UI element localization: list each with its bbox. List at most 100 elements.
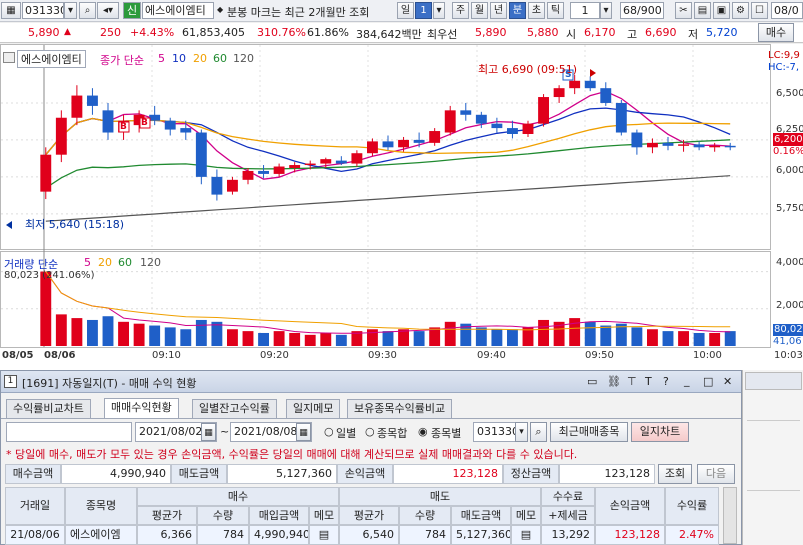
candle-body — [662, 142, 674, 146]
maximize-icon[interactable]: □ — [703, 375, 713, 388]
query-button[interactable]: 조회 — [658, 464, 692, 484]
candle-body — [289, 165, 301, 168]
recent-trades-button[interactable]: 최근매매종목 — [550, 422, 628, 442]
chart-menu-icon[interactable] — [3, 52, 15, 63]
calendar-to-icon[interactable]: ▦ — [296, 423, 311, 441]
tab-holdings-compare[interactable]: 보유종목수익률비교 — [347, 399, 453, 419]
candle-body — [195, 132, 207, 177]
up-arrow-icon: ▲ — [64, 27, 71, 37]
radio-by-item[interactable]: ◉ — [418, 425, 428, 438]
candle-body — [382, 141, 394, 148]
volume-bar — [413, 331, 425, 346]
radio-daily-label: 일별 — [336, 427, 357, 440]
grid-icon[interactable]: ▦ — [1, 2, 21, 19]
row-sell-memo-icon[interactable]: ▤ — [511, 525, 541, 545]
count-field[interactable]: 68/900 — [620, 2, 664, 19]
next-button[interactable]: 다음 — [697, 464, 735, 484]
radio-combined[interactable]: ○ — [365, 425, 375, 438]
scissors-icon[interactable]: ✂ — [675, 2, 692, 19]
tab-tick[interactable]: 틱 — [547, 2, 564, 19]
trade-amount: 384,642백만 — [356, 28, 422, 41]
stock-name-field[interactable]: 에스에이엠티 — [142, 2, 214, 19]
table-scrollbar[interactable] — [723, 487, 737, 544]
candle-body — [600, 88, 612, 103]
journal-chart-button[interactable]: 일지차트 — [631, 422, 689, 442]
candle-body — [304, 163, 316, 166]
buy-button[interactable]: 매수 — [758, 23, 794, 42]
minimize-icon[interactable]: _ — [684, 374, 690, 387]
notice-message: * 당일에 매수, 매도가 모두 있는 경우 손익금액, 수익률은 당일의 매매… — [6, 448, 578, 461]
help-icon[interactable]: ? — [663, 375, 669, 388]
volume-bar — [444, 321, 456, 346]
window-t-icon[interactable]: T — [645, 375, 652, 388]
stock-code-input[interactable]: 031330 — [22, 2, 64, 19]
volume-bar — [289, 332, 301, 346]
candle-body — [351, 153, 363, 164]
price-chart[interactable]: 에스에이엠티 종가 단순 5 10 20 60 120 최고 6,690 (09… — [0, 44, 803, 370]
candle-body — [164, 120, 176, 130]
candle-body — [87, 95, 98, 106]
ask-price: 5,890 — [475, 26, 507, 39]
grid-table-icon[interactable]: ▤ — [694, 2, 711, 19]
side-panel-header — [745, 372, 802, 390]
tab-trade-profit[interactable]: 매매수익현황 — [104, 398, 179, 419]
window-link-icon[interactable]: ⛓ — [607, 375, 621, 388]
period-value-field[interactable]: 1 — [415, 2, 432, 19]
volume-bar — [320, 332, 332, 346]
candle-body — [242, 170, 254, 180]
period-dropdown-icon[interactable]: ▾ — [433, 2, 445, 19]
calendar-from-icon[interactable]: ▦ — [201, 423, 216, 441]
summary-buy-value: 4,990,940 — [61, 464, 171, 484]
summary-pl-label: 손익금액 — [337, 464, 393, 484]
volume-bar — [71, 318, 83, 346]
radio-daily[interactable]: ○ — [324, 425, 334, 438]
item-code-field[interactable]: 031330 — [473, 422, 517, 442]
date-range-tilde: ~ — [220, 425, 230, 438]
tab-return-chart[interactable]: 수익률비교차트 — [6, 399, 91, 419]
volume-bar — [367, 329, 378, 346]
chart-canvas[interactable] — [0, 44, 803, 370]
window-tile-icon[interactable]: ▭ — [587, 375, 597, 388]
col-fee-tax: +제세금 — [541, 506, 595, 525]
summary-sell-value: 5,127,360 — [227, 464, 337, 484]
window-pin-icon[interactable]: ⊤ — [627, 375, 637, 388]
save-icon[interactable]: ▣ — [713, 2, 730, 19]
item-code-dropdown-icon[interactable]: ▾ — [515, 422, 528, 442]
window-titlebar[interactable]: 1 [1691] 자동일지(T) - 매매 수익 현황 ▭ ⛓ ⊤ T ? _ … — [1, 371, 741, 393]
volume-bar — [724, 331, 736, 346]
tab-journal-memo[interactable]: 일지메모 — [286, 399, 341, 419]
checkbox-icon[interactable]: ☐ — [751, 2, 768, 19]
interval-dropdown-icon[interactable]: ▾ — [600, 2, 612, 19]
item-search-icon[interactable]: ⌕ — [530, 422, 547, 442]
interval-field[interactable]: 1 — [570, 2, 600, 19]
close-icon[interactable]: ✕ — [723, 375, 732, 388]
volume-bar — [584, 321, 596, 346]
candle-body — [693, 144, 705, 148]
tab-second[interactable]: 초 — [528, 2, 545, 19]
date-cut-field[interactable]: 08/0 — [771, 2, 803, 19]
volume-bar — [693, 332, 705, 346]
gear-icon[interactable]: ⚙ — [732, 2, 749, 19]
period-day-button[interactable]: 일 — [397, 2, 414, 19]
chart-stock-label: 에스에이엠티 — [17, 50, 86, 68]
row-sell-qty: 784 — [399, 525, 451, 545]
chart-toolbar: ▦ 031330 ▾ ⌕ ◂▾ 신 에스에이엠티 ◆ 분봉 마크는 최근 2개월… — [0, 0, 803, 22]
volume-value: 61,853,405 — [182, 26, 245, 39]
sell-marker-label: S — [565, 70, 572, 80]
row-buy-memo-icon[interactable]: ▤ — [309, 525, 339, 545]
account-field[interactable] — [6, 422, 132, 442]
tab-minute[interactable]: 분 — [509, 2, 526, 19]
vol-ma-5-label: 5 — [84, 256, 91, 269]
search-icon[interactable]: ⌕ — [79, 2, 96, 19]
tab-week[interactable]: 주 — [452, 2, 469, 19]
code-dropdown-icon[interactable]: ▾ — [64, 2, 77, 19]
candle-body — [569, 80, 581, 89]
time-tick-0950: 09:50 — [585, 350, 614, 361]
tab-year[interactable]: 년 — [490, 2, 507, 19]
candle-body — [615, 102, 627, 133]
row-fee: 13,292 — [541, 525, 595, 545]
volume-readout: 80,023 (241.06%) — [4, 270, 95, 281]
tab-month[interactable]: 월 — [471, 2, 488, 19]
speaker-icon[interactable]: ◂▾ — [97, 2, 119, 19]
tab-daily-balance[interactable]: 일별잔고수익률 — [192, 399, 277, 419]
